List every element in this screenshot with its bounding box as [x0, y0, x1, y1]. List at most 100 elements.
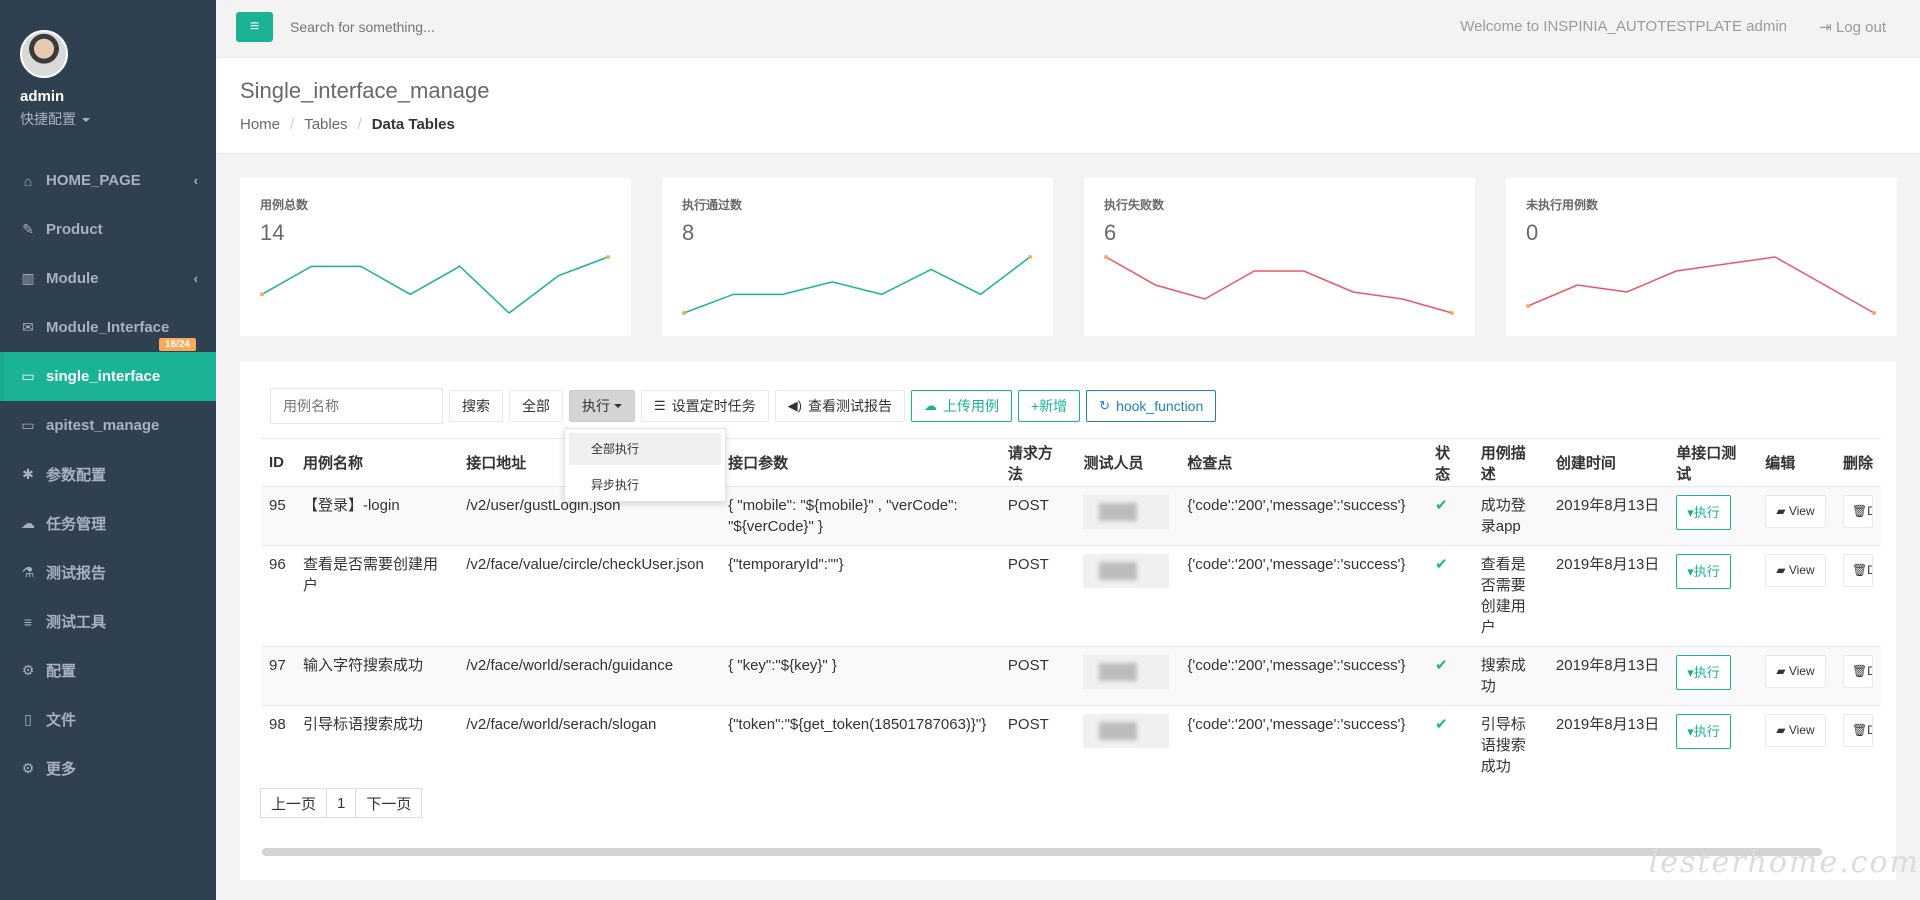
delete-case-button[interactable]: 🗑D: [1842, 554, 1873, 587]
column-header[interactable]: 编辑: [1757, 438, 1835, 487]
page-number-button[interactable]: 1: [326, 788, 357, 818]
sidebar-item-label: apitest_manage: [46, 417, 160, 434]
sidebar-item-任务管理[interactable]: ☁ 任务管理: [0, 499, 216, 548]
column-header[interactable]: 接口参数: [720, 438, 1000, 487]
sidebar-item-product[interactable]: ✎ Product: [0, 205, 216, 254]
view-report-button[interactable]: ◀) 查看测试报告: [774, 390, 905, 422]
view-case-button[interactable]: ▰ View: [1765, 495, 1826, 528]
column-header[interactable]: 单接口测试: [1668, 438, 1758, 487]
case-name-input[interactable]: [270, 388, 443, 424]
sidebar-item-配置[interactable]: ⚙ 配置: [0, 646, 216, 695]
sign-out-icon: ⇥: [1819, 19, 1832, 36]
run-case-button[interactable]: ▾执行: [1676, 554, 1731, 589]
cell-method: POST: [999, 545, 1076, 647]
view-label: View: [1788, 563, 1815, 577]
page-title: Single_interface_manage: [240, 78, 490, 103]
cell-status: ✔: [1427, 486, 1473, 546]
column-header[interactable]: 用例描述: [1472, 438, 1548, 487]
column-header[interactable]: 创建时间: [1547, 438, 1669, 487]
view-label: View: [1788, 504, 1815, 518]
avatar[interactable]: [20, 30, 68, 78]
check-icon: ✔: [1435, 657, 1448, 674]
cell-run: ▾执行: [1668, 705, 1758, 785]
column-header[interactable]: 删除: [1834, 438, 1881, 487]
delete-case-button[interactable]: 🗑D: [1842, 495, 1873, 528]
column-header[interactable]: ID: [261, 438, 295, 487]
logout-link[interactable]: ⇥ Log out: [1819, 18, 1886, 36]
sidebar-item-测试工具[interactable]: ≡ 测试工具: [0, 597, 216, 646]
sidebar-item-测试报告[interactable]: ⚗ 测试报告: [0, 548, 216, 597]
sidebar-item-文件[interactable]: ▯ 文件: [0, 695, 216, 744]
hook-label: hook_function: [1116, 398, 1204, 414]
view-case-button[interactable]: ▰ View: [1765, 655, 1826, 688]
cell-description: 查看是否需要创建用户: [1472, 545, 1548, 647]
welcome-message: Welcome to INSPINIA_AUTOTESTPLATE admin: [1460, 18, 1787, 35]
upload-case-button[interactable]: ☁ 上传用例: [910, 390, 1012, 422]
dropdown-item-async-run[interactable]: 异步执行: [569, 469, 721, 501]
cell-delete: 🗑D: [1834, 646, 1881, 706]
breadcrumb-home[interactable]: Home: [240, 116, 280, 133]
sparkline: [1526, 256, 1876, 315]
delete-case-button[interactable]: 🗑D: [1842, 655, 1873, 688]
sparkline-end-point: [1028, 255, 1032, 259]
sidebar-item-参数配置[interactable]: ✱ 参数配置: [0, 450, 216, 499]
cell-case-name: 【登录】-login: [294, 486, 459, 546]
top-search-input[interactable]: [290, 14, 690, 40]
cell-tester: [1075, 545, 1180, 647]
schedule-task-button[interactable]: ☰ 设置定时任务: [641, 390, 769, 422]
next-page-button[interactable]: 下一页: [355, 788, 423, 818]
execute-dropdown-button[interactable]: 执行: [569, 390, 635, 422]
add-case-button[interactable]: +新增: [1017, 390, 1081, 422]
sparkline-start-point: [260, 292, 264, 297]
search-button[interactable]: 搜索: [449, 390, 503, 422]
prev-page-button[interactable]: 上一页: [260, 788, 328, 818]
envelope-icon: ✉: [22, 319, 34, 335]
sidebar-item-module[interactable]: ▥ Module ‹: [0, 254, 216, 303]
sparkline-start-point: [1104, 255, 1108, 259]
run-case-button[interactable]: ▾执行: [1676, 655, 1731, 690]
sidebar-item-更多[interactable]: ⚙ 更多: [0, 744, 216, 793]
folder-icon: ▰: [1776, 723, 1789, 737]
run-case-button[interactable]: ▾执行: [1676, 714, 1731, 749]
cell-checkpoint: {'code':'200','message':'success'}: [1179, 486, 1428, 546]
column-header[interactable]: 用例名称: [294, 438, 459, 487]
quick-config-label: 快捷配置: [20, 111, 76, 127]
cloud-icon: ☁: [21, 515, 35, 531]
column-header[interactable]: 测试人员: [1075, 438, 1180, 487]
cell-method: POST: [999, 486, 1076, 546]
edit-icon: ✎: [22, 221, 34, 237]
delete-case-button[interactable]: 🗑D: [1842, 714, 1873, 747]
breadcrumb-current: Data Tables: [371, 116, 455, 133]
stat-value: 8: [682, 220, 695, 245]
quick-config-dropdown[interactable]: 快捷配置: [20, 109, 216, 129]
column-header[interactable]: 请求方法: [999, 438, 1076, 487]
cell-id: 96: [261, 545, 295, 647]
cell-created: 2019年8月13日: [1547, 486, 1669, 546]
sparkline-start-point: [1526, 304, 1530, 308]
all-button[interactable]: 全部: [509, 390, 563, 422]
column-header[interactable]: 检查点: [1179, 438, 1428, 487]
stat-value: 0: [1526, 220, 1539, 245]
profile-name[interactable]: admin: [20, 88, 216, 105]
sidebar-item-label: 参数配置: [46, 467, 107, 484]
cell-created: 2019年8月13日: [1547, 646, 1669, 706]
sparkline-end-point: [606, 255, 610, 259]
folder-icon: ▰: [1776, 664, 1789, 678]
menu-toggle-button[interactable]: ≡: [236, 12, 273, 42]
hook-function-button[interactable]: ↻ hook_function: [1086, 390, 1217, 422]
profile: admin 快捷配置: [0, 0, 216, 150]
sidebar-item-home-page[interactable]: ⌂ HOME_PAGE ‹: [0, 156, 216, 205]
sidebar-item-apitest-manage[interactable]: ▭ apitest_manage: [0, 401, 216, 450]
cell-id: 95: [261, 486, 295, 546]
view-case-button[interactable]: ▰ View: [1765, 714, 1826, 747]
sparkline-line: [261, 256, 609, 314]
horizontal-scrollbar[interactable]: [262, 848, 1822, 856]
run-case-button[interactable]: ▾执行: [1676, 495, 1731, 530]
breadcrumb-tables[interactable]: Tables: [304, 116, 347, 133]
column-header[interactable]: 状态: [1427, 438, 1473, 487]
execute-dropdown-menu: 全部执行 异步执行: [564, 428, 726, 502]
sidebar-item-single-interface[interactable]: ▭ single_interface: [0, 352, 216, 401]
dropdown-item-run-all[interactable]: 全部执行: [569, 433, 721, 465]
sidebar-item-module-interface[interactable]: ✉ Module_Interface 16/24: [0, 303, 216, 352]
view-case-button[interactable]: ▰ View: [1765, 554, 1826, 587]
